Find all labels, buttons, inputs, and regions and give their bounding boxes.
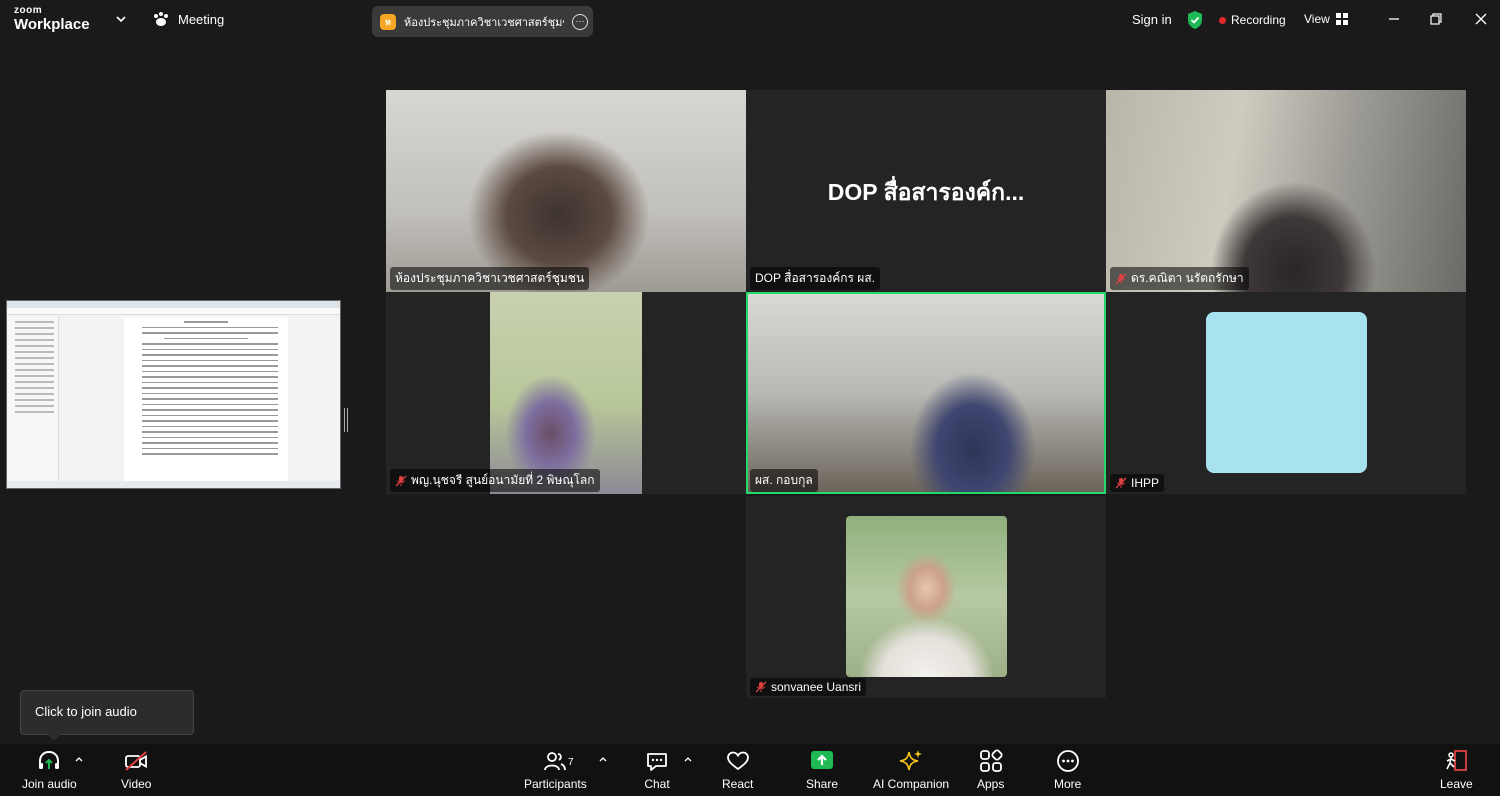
top-bar: zoom Workplace Meeting ห ห้องประชุมภาควิ… bbox=[0, 0, 1500, 42]
meeting-title-chip[interactable]: ห ห้องประชุมภาควิชาเวชศาสตร์ชุมชน's s ··… bbox=[372, 6, 593, 37]
leave-button[interactable]: Leave bbox=[1440, 748, 1473, 791]
chat-label: Chat bbox=[644, 777, 670, 791]
mic-muted-icon bbox=[395, 475, 407, 486]
ai-companion-label: AI Companion bbox=[873, 777, 950, 791]
participants-button[interactable]: Participants bbox=[524, 748, 587, 791]
mic-muted-icon bbox=[755, 681, 767, 693]
participant-name: IHPP bbox=[1131, 476, 1160, 490]
meeting-button[interactable]: Meeting bbox=[152, 11, 224, 27]
leave-label: Leave bbox=[1440, 777, 1473, 791]
logo-top-text: zoom bbox=[14, 5, 43, 16]
chat-button[interactable]: Chat bbox=[644, 748, 670, 791]
participant-name-tag: ห้องประชุมภาควิชาเวชศาสตร์ชุมชน bbox=[390, 267, 590, 290]
mic-muted-icon bbox=[1115, 477, 1127, 489]
logo-bottom-text: Workplace bbox=[14, 16, 90, 33]
participant-video bbox=[490, 292, 642, 494]
video-button[interactable]: Video bbox=[121, 748, 151, 791]
grid-view-icon bbox=[1335, 13, 1348, 25]
join-audio-tooltip: Click to join audio bbox=[20, 690, 194, 741]
video-tile[interactable]: ห้องประชุมภาควิชาเวชศาสตร์ชุมชน bbox=[386, 90, 746, 292]
participant-name: ห้องประชุมภาควิชาเวชศาสตร์ชุมชน bbox=[395, 271, 585, 285]
participant-name-tag: ดร.คณิตา นรัตถรักษา bbox=[1110, 267, 1249, 290]
restore-icon[interactable] bbox=[1428, 11, 1444, 27]
participant-name: ผส. กอบกุล bbox=[755, 473, 813, 487]
join-audio-label: Join audio bbox=[22, 777, 77, 791]
apps-icon bbox=[979, 749, 1003, 772]
document-page bbox=[124, 317, 288, 483]
more-label: More bbox=[1054, 777, 1082, 791]
participant-name-tag: DOP สื่อสารองค์กร ผส. bbox=[750, 267, 880, 290]
more-button[interactable]: More bbox=[1054, 748, 1081, 791]
join-audio-button[interactable]: Join audio bbox=[22, 748, 77, 791]
view-button[interactable]: View bbox=[1304, 12, 1348, 26]
apps-label: Apps bbox=[977, 777, 1005, 791]
meeting-paw-icon bbox=[154, 12, 168, 26]
video-label: Video bbox=[121, 777, 152, 791]
chevron-up-icon[interactable] bbox=[74, 754, 84, 764]
video-off-icon bbox=[125, 751, 148, 771]
participant-name: DOP สื่อสารองค์กร ผส. bbox=[755, 271, 875, 285]
video-tile[interactable]: sonvanee Uansri bbox=[746, 496, 1106, 698]
react-label: React bbox=[722, 777, 754, 791]
participant-avatar bbox=[1206, 312, 1367, 473]
participant-avatar bbox=[846, 516, 1007, 677]
taskbar bbox=[7, 481, 340, 488]
participant-name: sonvanee Uansri bbox=[771, 680, 862, 694]
chevron-up-icon[interactable] bbox=[683, 754, 693, 764]
recording-label: Recording bbox=[1231, 13, 1286, 27]
video-tile[interactable]: ดร.คณิตา นรัตถรักษา bbox=[1106, 90, 1466, 292]
security-shield-icon[interactable] bbox=[1186, 10, 1204, 30]
chat-icon bbox=[647, 753, 667, 771]
react-button[interactable]: React bbox=[722, 748, 753, 791]
chevron-up-icon[interactable] bbox=[598, 754, 608, 764]
shared-screen-thumbnail[interactable] bbox=[6, 300, 341, 489]
share-button[interactable]: Share bbox=[806, 748, 838, 791]
meeting-title: ห้องประชุมภาควิชาเวชศาสตร์ชุมชน's s bbox=[404, 16, 564, 29]
zoom-logo[interactable]: zoom Workplace bbox=[14, 5, 90, 33]
split-view-drag-handle[interactable] bbox=[344, 408, 348, 432]
meeting-toolbar: Join audio Video Participants 7 Chat Rea… bbox=[0, 744, 1500, 796]
more-icon bbox=[1056, 750, 1079, 772]
sign-in-link[interactable]: Sign in bbox=[1132, 12, 1172, 27]
close-icon[interactable] bbox=[1473, 11, 1489, 27]
recording-indicator[interactable]: Recording bbox=[1219, 13, 1286, 27]
browser-tabs bbox=[7, 301, 340, 308]
participants-count: 7 bbox=[568, 757, 574, 768]
host-avatar: ห bbox=[380, 13, 396, 30]
participant-name-tag: ผส. กอบกุล bbox=[750, 469, 818, 492]
participants-icon bbox=[544, 752, 567, 771]
apps-button[interactable]: Apps bbox=[977, 748, 1004, 791]
ai-companion-button[interactable]: AI Companion bbox=[873, 748, 949, 791]
chevron-down-icon[interactable] bbox=[114, 12, 128, 26]
view-label: View bbox=[1304, 12, 1330, 26]
participant-display-name: DOP สื่อสารองค์ก... bbox=[827, 179, 1025, 205]
browser-address-bar bbox=[7, 308, 340, 315]
participant-name: ดร.คณิตา นรัตถรักษา bbox=[1131, 271, 1244, 285]
sparkle-icon bbox=[899, 750, 923, 771]
share-label: Share bbox=[806, 777, 839, 791]
leave-door-icon bbox=[1446, 750, 1468, 771]
participants-label: Participants bbox=[524, 777, 587, 791]
meeting-label: Meeting bbox=[178, 11, 225, 27]
minimize-icon[interactable] bbox=[1386, 11, 1402, 27]
video-tile-active-speaker[interactable]: ผส. กอบกุล bbox=[746, 292, 1106, 494]
share-screen-icon bbox=[811, 751, 834, 769]
document-sidebar bbox=[7, 317, 59, 483]
participant-name-tag: พญ.นุชจรี สูนย์อนามัยที่ 2 พิษณุโลก bbox=[390, 469, 600, 492]
participant-name-tag: IHPP bbox=[1110, 474, 1165, 492]
video-tile[interactable]: IHPP bbox=[1106, 292, 1466, 494]
video-tile[interactable]: DOP สื่อสารองค์ก... DOP สื่อสารองค์กร ผส… bbox=[746, 90, 1106, 292]
heart-icon bbox=[726, 751, 749, 771]
more-options-icon[interactable]: ··· bbox=[572, 13, 588, 30]
participant-name: พญ.นุชจรี สูนย์อนามัยที่ 2 พิษณุโลก bbox=[411, 473, 595, 487]
mic-muted-icon bbox=[1115, 273, 1127, 284]
video-tile[interactable]: พญ.นุชจรี สูนย์อนามัยที่ 2 พิษณุโลก bbox=[386, 292, 746, 494]
recording-dot-icon bbox=[1219, 16, 1226, 24]
headphones-icon bbox=[39, 750, 60, 769]
participant-name-tag: sonvanee Uansri bbox=[750, 678, 867, 696]
